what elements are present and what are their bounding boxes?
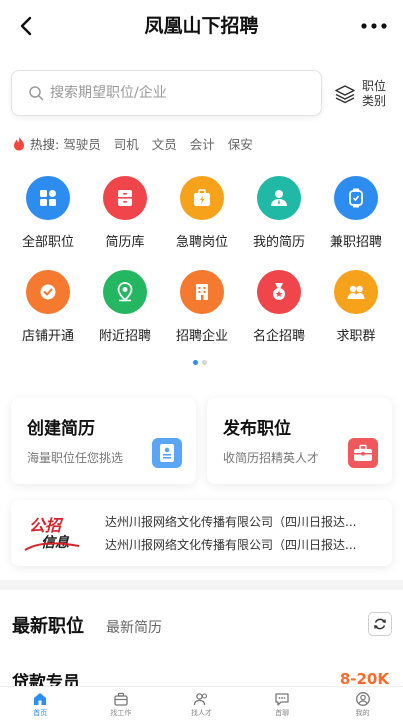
grid-item-open-store[interactable]: 店铺开通 bbox=[8, 270, 88, 344]
gongzhao-logo: 公招 信息 bbox=[23, 510, 85, 556]
tab-latest-resumes[interactable]: 最新简历 bbox=[106, 617, 162, 637]
category-label: 职位类别 bbox=[362, 79, 387, 108]
nav-chat[interactable]: 首聊 bbox=[242, 687, 323, 720]
nav-label: 我的 bbox=[355, 709, 370, 717]
grid-item-label: 急聘岗位 bbox=[175, 235, 228, 250]
grid-item-nearby-jobs[interactable]: 附近招聘 bbox=[85, 270, 165, 344]
nav-home[interactable]: 首页 bbox=[0, 687, 81, 720]
grid-item-label: 简历库 bbox=[105, 235, 145, 250]
more-dots-icon bbox=[361, 23, 387, 29]
grid-item-label: 招聘企业 bbox=[175, 329, 228, 344]
nav-label: 找人才 bbox=[190, 709, 212, 717]
carousel-dot-active[interactable] bbox=[193, 360, 198, 365]
nav-label: 首页 bbox=[33, 709, 48, 717]
hot-search-item[interactable]: 保安 bbox=[228, 134, 253, 153]
building-icon bbox=[180, 270, 224, 314]
nav-label: 找工作 bbox=[110, 709, 132, 717]
grid-item-all-jobs[interactable]: 全部职位 bbox=[8, 176, 88, 250]
grid-item-label: 兼职招聘 bbox=[329, 235, 382, 250]
grid-item-resume-library[interactable]: 简历库 bbox=[85, 176, 165, 250]
post-job-card[interactable]: 发布职位 收简历招精英人才 bbox=[207, 398, 392, 484]
group-icon bbox=[334, 270, 378, 314]
section-divider bbox=[0, 580, 403, 590]
create-resume-card[interactable]: 创建简历 海量职位任您挑选 bbox=[11, 398, 196, 484]
hot-search-label: 热搜: bbox=[30, 136, 60, 152]
hot-search-item[interactable]: 司机 bbox=[114, 134, 139, 153]
location-icon bbox=[103, 270, 147, 314]
hot-search-item[interactable]: 会计 bbox=[190, 134, 215, 153]
nav-find-talent[interactable]: 找人才 bbox=[161, 687, 242, 720]
user-icon bbox=[355, 692, 370, 706]
announcement-banner[interactable]: 公招 信息 达州川报网络文化传播有限公司（四川日报达... 达州川报网络文化传播… bbox=[11, 500, 392, 566]
nav-label: 首聊 bbox=[275, 709, 290, 717]
hot-search-item[interactable]: 驾驶员 bbox=[63, 134, 101, 153]
chat-icon bbox=[275, 693, 289, 706]
grid-item-urgent-jobs[interactable]: 急聘岗位 bbox=[162, 176, 242, 250]
cabinet-icon bbox=[103, 176, 147, 220]
job-category-button[interactable]: 职位类别 bbox=[334, 74, 394, 114]
grid-item-label: 我的简历 bbox=[252, 235, 305, 250]
more-button[interactable] bbox=[359, 12, 389, 40]
hot-search-row: 热搜: 驾驶员 司机 文员 会计 保安 bbox=[12, 133, 266, 153]
briefcase-bolt-icon bbox=[180, 176, 224, 220]
grid-item-part-time[interactable]: 兼职招聘 bbox=[316, 176, 396, 250]
grid-item-hiring-companies[interactable]: 招聘企业 bbox=[162, 270, 242, 344]
tab-latest-jobs[interactable]: 最新职位 bbox=[12, 612, 84, 638]
person-icon bbox=[257, 176, 301, 220]
grid-item-label: 名企招聘 bbox=[252, 329, 305, 344]
people-icon bbox=[194, 693, 208, 706]
announcement-line[interactable]: 达州川报网络文化传播有限公司（四川日报达... bbox=[105, 513, 385, 530]
resume-doc-icon bbox=[152, 438, 182, 468]
layers-icon bbox=[335, 85, 355, 104]
card-title: 创建简历 bbox=[27, 419, 95, 439]
grid-item-my-resume[interactable]: 我的简历 bbox=[239, 176, 319, 250]
grid-item-label: 店铺开通 bbox=[21, 329, 74, 344]
briefcase-icon bbox=[114, 692, 128, 706]
grid-item-label: 附近招聘 bbox=[98, 329, 151, 344]
top-bar: 凤凰山下招聘 bbox=[0, 0, 403, 52]
search-icon bbox=[29, 86, 44, 101]
medal-icon bbox=[257, 270, 301, 314]
grid-item-famous-companies[interactable]: 名企招聘 bbox=[239, 270, 319, 344]
refresh-button[interactable] bbox=[368, 612, 392, 636]
briefcase-icon bbox=[348, 438, 378, 468]
grid-item-label: 全部职位 bbox=[21, 235, 74, 250]
home-icon bbox=[34, 693, 47, 705]
grid-item-label: 求职群 bbox=[336, 329, 376, 344]
nav-mine[interactable]: 我的 bbox=[322, 687, 403, 720]
hot-search-item[interactable]: 文员 bbox=[152, 134, 177, 153]
page-title: 凤凰山下招聘 bbox=[144, 15, 259, 37]
grid-item-job-group[interactable]: 求职群 bbox=[316, 270, 396, 344]
check-icon bbox=[26, 270, 70, 314]
carousel-indicator bbox=[193, 360, 211, 365]
card-title: 发布职位 bbox=[223, 419, 291, 439]
bottom-navigation: 首页 找工作 找人才 首聊 我的 bbox=[0, 686, 403, 720]
search-input[interactable] bbox=[50, 85, 290, 101]
grid-icon bbox=[26, 176, 70, 220]
flame-icon bbox=[14, 136, 24, 151]
nav-find-job[interactable]: 找工作 bbox=[81, 687, 162, 720]
announcement-line[interactable]: 达州川报网络文化传播有限公司（四川日报达... bbox=[105, 536, 385, 553]
watch-icon bbox=[334, 176, 378, 220]
search-bar[interactable] bbox=[11, 70, 322, 116]
refresh-icon bbox=[374, 618, 386, 630]
carousel-dot[interactable] bbox=[202, 360, 207, 365]
